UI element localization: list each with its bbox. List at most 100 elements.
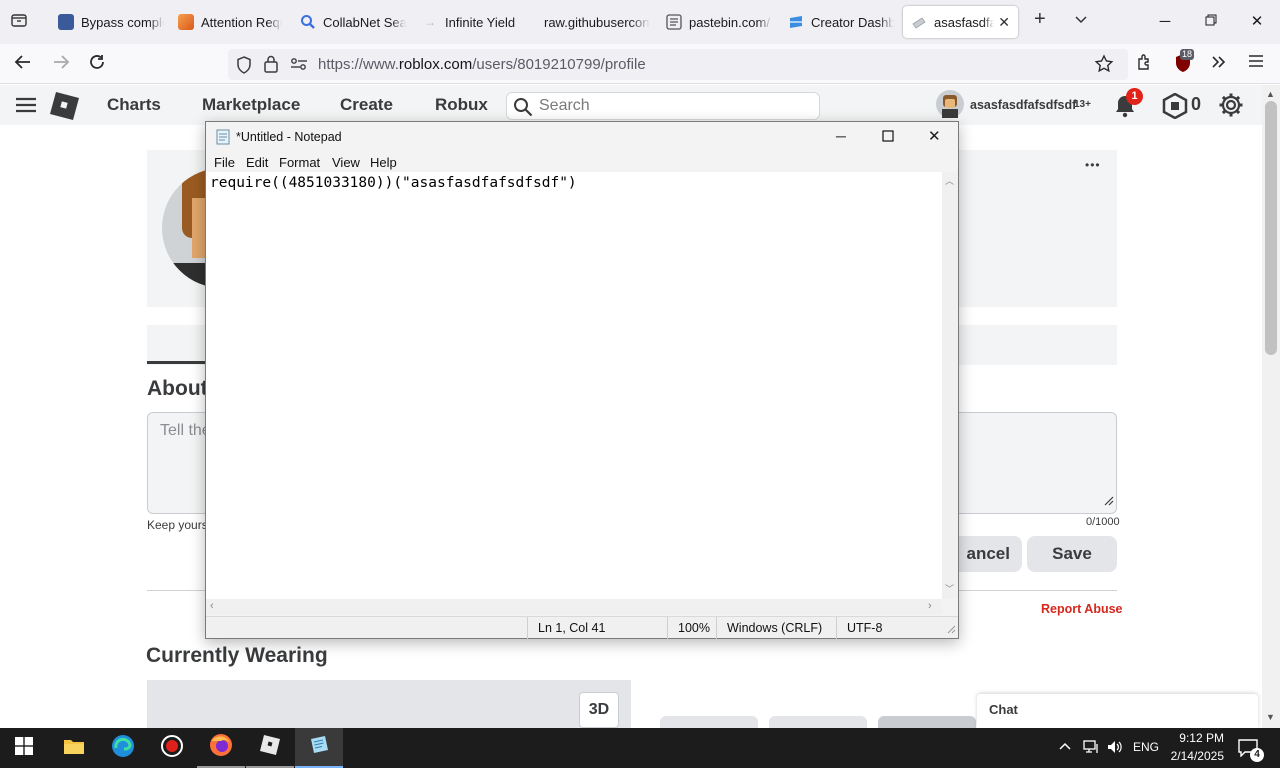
shield-icon[interactable] xyxy=(236,56,252,79)
notepad-close-icon[interactable]: ✕ xyxy=(928,127,941,145)
tab-overview-icon[interactable] xyxy=(10,11,28,34)
menu-help[interactable]: Help xyxy=(370,155,397,170)
settings-gear-icon[interactable] xyxy=(1218,92,1244,123)
scroll-up-chevron-icon[interactable]: ︿ xyxy=(945,174,954,187)
url-domain: roblox.com xyxy=(398,56,473,73)
wearing-item[interactable] xyxy=(878,716,976,728)
notepad-title: *Untitled - Notepad xyxy=(236,130,342,144)
notification-badge: 1 xyxy=(1126,88,1143,105)
notepad-window[interactable]: *Untitled - Notepad ─ ✕ File Edit Format… xyxy=(205,121,959,639)
new-tab-icon[interactable]: + xyxy=(1034,8,1046,31)
resize-grip-icon[interactable] xyxy=(1102,493,1114,511)
browser-tab-strip: Bypass complete Attention Required Colla… xyxy=(0,0,1280,44)
notepad-horizontal-scrollbar[interactable]: ‹ › xyxy=(206,599,942,615)
more-options-icon[interactable]: ••• xyxy=(1085,158,1101,172)
windows-logo-icon xyxy=(15,736,33,760)
start-button[interactable] xyxy=(0,728,48,768)
permissions-icon[interactable] xyxy=(290,57,308,76)
notepad-vertical-scrollbar[interactable]: ︿ ﹀ xyxy=(942,172,958,599)
nav-marketplace[interactable]: Marketplace xyxy=(202,95,300,115)
creator-icon xyxy=(788,14,804,30)
roblox-header: Charts Marketplace Create Robux asasfasd… xyxy=(0,85,1262,125)
reload-icon[interactable] xyxy=(88,53,106,76)
robux-icon[interactable] xyxy=(1162,92,1188,124)
network-icon[interactable] xyxy=(1082,739,1100,760)
tab-active-profile[interactable]: asasfasdfafsdfsdf ✕ xyxy=(903,6,1018,38)
notepad-status-bar: Ln 1, Col 41 100% Windows (CRLF) UTF-8 xyxy=(206,616,958,639)
size-grip-icon[interactable] xyxy=(946,623,956,637)
active-tab-indicator xyxy=(147,361,207,364)
ublock-shield-icon[interactable]: 18 xyxy=(1174,49,1195,78)
scroll-down-chevron-icon[interactable]: ﹀ xyxy=(945,582,954,595)
forward-arrow-icon[interactable] xyxy=(52,53,70,76)
browser-nav-bar: https://www.roblox.com/users/8019210799/… xyxy=(0,44,1280,84)
scroll-right-chevron-icon[interactable]: › xyxy=(928,600,932,612)
status-cursor-position: Ln 1, Col 41 xyxy=(527,617,667,639)
nav-charts[interactable]: Charts xyxy=(107,95,161,115)
back-arrow-icon[interactable] xyxy=(14,53,32,76)
tab-infinite-yield[interactable]: → Infinite Yield xyxy=(418,6,528,38)
menu-view[interactable]: View xyxy=(332,155,360,170)
scroll-down-arrow-icon[interactable]: ▼ xyxy=(1266,712,1275,722)
bookmark-star-icon[interactable] xyxy=(1094,54,1114,79)
overflow-chevrons-icon[interactable] xyxy=(1210,53,1228,76)
tray-chevron-icon[interactable] xyxy=(1058,740,1072,754)
tab-attention-required[interactable]: Attention Required xyxy=(174,6,282,38)
tab-pastebin[interactable]: pastebin.com/ xyxy=(662,6,772,38)
menu-file[interactable]: File xyxy=(214,155,235,170)
view-3d-button[interactable]: 3D xyxy=(579,692,619,728)
menu-format[interactable]: Format xyxy=(279,155,320,170)
notepad-minimize-icon[interactable]: ─ xyxy=(836,128,846,144)
close-tab-icon[interactable]: ✕ xyxy=(998,14,1010,31)
avatar[interactable] xyxy=(936,90,964,123)
scrollbar-thumb[interactable] xyxy=(1265,101,1277,355)
menu-edit[interactable]: Edit xyxy=(246,155,268,170)
wearing-item[interactable] xyxy=(660,716,758,728)
clock-date[interactable]: 2/14/2025 xyxy=(1164,749,1224,763)
search-box[interactable] xyxy=(506,92,820,120)
header-username[interactable]: asasfasdfafsdfsdf xyxy=(970,98,1076,112)
tab-creator-dashboard[interactable]: Creator Dashboard xyxy=(784,6,894,38)
nav-create[interactable]: Create xyxy=(340,95,393,115)
search-input[interactable] xyxy=(539,96,799,116)
minimize-window-icon[interactable]: ─ xyxy=(1150,8,1180,36)
chat-widget[interactable]: Chat xyxy=(977,694,1258,728)
edge-button[interactable] xyxy=(99,728,147,768)
firefox-icon xyxy=(209,733,233,762)
report-abuse-link[interactable]: Report Abuse xyxy=(1041,602,1123,616)
app-menu-icon[interactable] xyxy=(1248,53,1264,74)
volume-icon[interactable] xyxy=(1106,739,1124,760)
page-scrollbar[interactable]: ▲ ▼ xyxy=(1262,85,1280,728)
firefox-button[interactable] xyxy=(197,728,245,768)
restore-window-icon[interactable] xyxy=(1196,8,1226,36)
notepad-maximize-icon[interactable] xyxy=(882,129,894,147)
close-window-icon[interactable]: ✕ xyxy=(1242,8,1272,36)
lock-icon[interactable] xyxy=(264,55,278,78)
notepad-taskbar-button[interactable] xyxy=(295,728,343,768)
scroll-up-arrow-icon[interactable]: ▲ xyxy=(1266,89,1275,99)
address-bar[interactable]: https://www.roblox.com/users/8019210799/… xyxy=(228,49,1128,80)
hamburger-menu-icon[interactable] xyxy=(16,97,36,118)
notepad-title-bar[interactable]: *Untitled - Notepad ─ ✕ xyxy=(206,122,958,152)
roblox-studio-icon xyxy=(259,734,281,761)
tab-bypass[interactable]: Bypass complete xyxy=(54,6,164,38)
url-path: /users/8019210799/profile xyxy=(472,56,646,73)
nav-robux[interactable]: Robux xyxy=(435,95,488,115)
input-language[interactable]: ENG xyxy=(1133,740,1159,754)
status-encoding: UTF-8 xyxy=(836,617,946,639)
recorder-button[interactable] xyxy=(148,728,196,768)
clock-time[interactable]: 9:12 PM xyxy=(1168,731,1224,745)
wearing-item[interactable] xyxy=(769,716,867,728)
save-button[interactable]: Save xyxy=(1027,536,1117,572)
url-text[interactable]: https://www.roblox.com/users/8019210799/… xyxy=(318,56,646,73)
roblox-player-button[interactable] xyxy=(246,728,294,768)
extensions-puzzle-icon[interactable] xyxy=(1136,53,1154,76)
action-center-badge: 4 xyxy=(1250,748,1264,762)
file-explorer-button[interactable] xyxy=(50,728,98,768)
tab-raw-github[interactable]: raw.githubusercontent xyxy=(540,6,650,38)
scroll-left-chevron-icon[interactable]: ‹ xyxy=(210,600,214,612)
tab-collabnet-search[interactable]: CollabNet Search xyxy=(296,6,406,38)
roblox-logo-icon[interactable] xyxy=(48,91,80,126)
notepad-editor[interactable]: require((4851033180))("asasfasdfafsdfsdf… xyxy=(206,172,942,599)
tab-list-chevron-icon[interactable] xyxy=(1074,12,1088,30)
